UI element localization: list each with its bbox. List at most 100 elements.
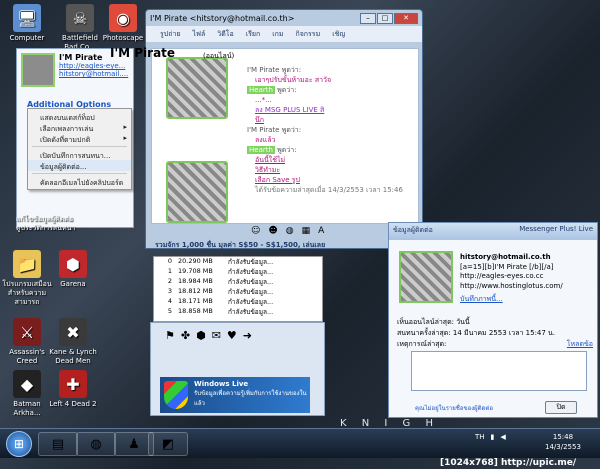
start-button[interactable]: ⊞ <box>6 431 32 457</box>
context-menu-item[interactable]: แสดงบนเดสก์ท็อป <box>28 111 131 122</box>
clock[interactable]: 15:48 14/3/2553 <box>545 432 581 452</box>
popup-nickname: [a=15][b]I'M Pirate [/b][/a] <box>460 262 554 271</box>
clock-date: 14/3/2553 <box>545 443 581 451</box>
chat-message: วิธีทำมะ <box>247 165 417 175</box>
background-icon[interactable]: ▦ <box>302 226 311 236</box>
download-row[interactable]: 4 18.171 MB กำลังรับข้อมูล... <box>154 297 322 307</box>
chat-contact-status: (ออนไลน์) <box>203 52 235 60</box>
nudge-icon[interactable]: ◍ <box>286 226 294 236</box>
network-icon[interactable]: ▮ <box>491 433 495 441</box>
note-edit-link[interactable]: โหลดข้อ <box>567 339 593 350</box>
menu-item-label: เลือกเพลงการเล่น <box>40 125 94 133</box>
download-status: กำลังรับข้อมูล... <box>228 288 274 296</box>
own-display-picture[interactable] <box>166 161 228 223</box>
download-row[interactable]: 0 20.290 MB กำลังรับข้อมูล... <box>154 257 322 267</box>
popup-url-2[interactable]: http://www.hostinglotus.com/ <box>460 282 596 292</box>
download-row[interactable]: 1 19.708 MB กำลังรับข้อมูล... <box>154 267 322 277</box>
download-row[interactable]: 2 18.984 MB กำลังรับข้อมูล... <box>154 277 322 287</box>
note-textarea[interactable] <box>411 351 587 391</box>
popup-url-1[interactable]: http://eagles-eyes.co.cc <box>460 272 596 282</box>
context-menu-item[interactable]: เปิดดังที่ตามปกติ ▸ <box>28 133 131 144</box>
close-popup-button[interactable]: ปิด <box>545 401 577 414</box>
context-menu-item[interactable]: เลือกเพลงการเล่น ▸ <box>28 122 131 133</box>
folder-icon: 📁 <box>13 250 41 278</box>
heart-icon[interactable]: ♥ <box>227 329 237 342</box>
desktop-shortcut[interactable]: ◉ Photoscape <box>98 4 148 43</box>
ad-banner[interactable]: Windows Live รับข้อมูลเพื่อความรู้เพิ่มก… <box>160 377 310 413</box>
shortcut-label: Garena <box>60 280 86 288</box>
maximize-button[interactable]: □ <box>377 12 393 24</box>
chat-message: ...*... <box>247 95 417 105</box>
chat-menu-item[interactable]: วิดีโอ <box>217 29 233 40</box>
assassin-icon: ⚔ <box>13 318 41 346</box>
upic-watermark: [1024x768] http://upic.me/ <box>440 458 577 468</box>
contact-email[interactable]: hitstory@hotmail.... <box>59 70 128 78</box>
context-menu-item[interactable]: ข้อมูลผู้ติดต่อ... <box>28 160 131 171</box>
volume-icon[interactable]: ◀ <box>500 433 505 441</box>
contact-avatar[interactable] <box>21 53 55 87</box>
taskbar-folder-icon[interactable]: ▤ <box>38 432 78 456</box>
desktop-shortcut[interactable]: ⬢ Garena <box>48 250 98 289</box>
download-n: 2 <box>167 277 172 285</box>
chat-menu-item[interactable]: กิจกรรม <box>295 29 320 40</box>
download-status: กำลังรับข้อมูล... <box>228 298 274 306</box>
chat-menu-item[interactable]: เชิญ <box>332 29 345 40</box>
message-text: เลือก Save รูป <box>255 176 300 184</box>
chat-menu-item[interactable]: ไฟล์ <box>192 29 205 40</box>
butterfly-icon[interactable]: ✤ <box>181 329 190 342</box>
chat-message: ลง MSG PLUS LIVE สิ <box>247 105 417 115</box>
minimize-button[interactable]: – <box>360 12 376 24</box>
chat-titlebar[interactable]: I'M Pirate <hitstory@hotmail.co.th> – □ … <box>146 10 422 26</box>
desktop-shortcut[interactable]: ✚ Left 4 Dead 2 <box>48 370 98 409</box>
firefox-icon[interactable]: ◍ <box>76 432 116 456</box>
download-row[interactable]: 3 18.812 MB กำลังรับข้อมูล... <box>154 287 322 297</box>
save-picture-link[interactable]: บันทึกภาพนี้... <box>460 295 596 305</box>
popup-avatar <box>399 251 453 303</box>
wink-icon[interactable]: ☻ <box>268 226 277 236</box>
share-icon[interactable]: ➜ <box>243 329 252 342</box>
message-text: อันนี้ใช้ไม่ <box>255 156 286 164</box>
contact-display-picture[interactable] <box>166 57 228 119</box>
edit-contact-link[interactable]: แก้ไขข้อมูลผู้ติดต่อ <box>16 215 75 224</box>
system-tray: TH ▮ ◀ <box>475 433 506 441</box>
menu-item-label: เปิดบันทึกการสนทนา... <box>40 152 111 160</box>
view-history-link[interactable]: ดูประวัติการสนทนา <box>16 224 75 233</box>
emoticon-icon[interactable]: ☺ <box>251 226 260 236</box>
shield-icon <box>164 381 188 409</box>
contact-info-popup: ข้อมูลผู้ติดต่อ Messenger Plus! Live hit… <box>388 222 598 418</box>
chat-status-bar[interactable]: รวมจักร 1,000 ชื่น มุลค่า S$50 - S$1,500… <box>151 240 419 251</box>
language-indicator[interactable]: TH <box>475 433 485 441</box>
popup-footer[interactable]: คุณไม่อยู่ในรายชื่อของผู้ติดต่อ <box>415 403 493 413</box>
desktop-shortcut[interactable]: ⚔ Assassin's Creed <box>2 318 52 366</box>
desktop-shortcut[interactable]: ✖ Kane & Lynch Dead Men <box>48 318 98 366</box>
font-icon[interactable]: A <box>318 226 324 236</box>
last-seen-online: เห็นออนไลน์ล่าสุด: วันนี้ <box>397 318 470 326</box>
chat-menu-item[interactable]: รูปถ่าย <box>160 29 180 40</box>
download-n: 0 <box>167 257 172 265</box>
chat-message: เลือก Save รูป <box>247 175 417 185</box>
download-size: 19.708 MB <box>178 267 213 275</box>
windows-flag-icon[interactable]: ⚑ <box>165 329 175 342</box>
chat-menu-item[interactable]: เกม <box>272 29 283 40</box>
desktop-shortcut[interactable]: ◆ Batman Arkha... <box>2 370 52 418</box>
close-button[interactable]: ✕ <box>394 12 418 24</box>
contact-link[interactable]: http://eagles-eye... <box>59 62 128 70</box>
download-row[interactable]: 5 18.858 MB กำลังรับข้อมูล... <box>154 307 322 317</box>
context-menu-item[interactable]: คัดลอกอีเมลไปยังคลิปบอร์ด <box>28 176 131 187</box>
popup-titlebar[interactable]: ข้อมูลผู้ติดต่อ Messenger Plus! Live <box>389 223 597 240</box>
hexagon-icon[interactable]: ⬢ <box>196 329 206 342</box>
windows-explorer-icon[interactable]: ◩ <box>148 432 188 456</box>
submenu-arrow-icon: ▸ <box>123 123 127 131</box>
last-conversation: สนทนาครั้งล่าสุด: 14 มีนาคม 2553 เวลา 15… <box>397 329 556 337</box>
desktop-shortcut[interactable]: 📁 โปรแกรมเสมือน สำหรับความสามารถ <box>2 250 52 307</box>
note-label: เหตุการณ์ล่าสุด: <box>397 340 447 348</box>
desktop-shortcut[interactable]: 🖥 Computer <box>2 4 52 43</box>
download-size: 18.812 MB <box>178 287 213 295</box>
message-says: พูดว่า: <box>277 146 297 154</box>
context-menu-item[interactable]: เปิดบันทึกการสนทนา... <box>28 149 131 160</box>
mail-icon[interactable]: ✉ <box>212 329 221 342</box>
chat-menu-item[interactable]: เรียก <box>246 29 261 40</box>
chat-message: นึก <box>247 115 417 125</box>
download-n: 5 <box>167 307 172 315</box>
menu-item-label: เปิดดังที่ตามปกติ <box>40 136 91 144</box>
